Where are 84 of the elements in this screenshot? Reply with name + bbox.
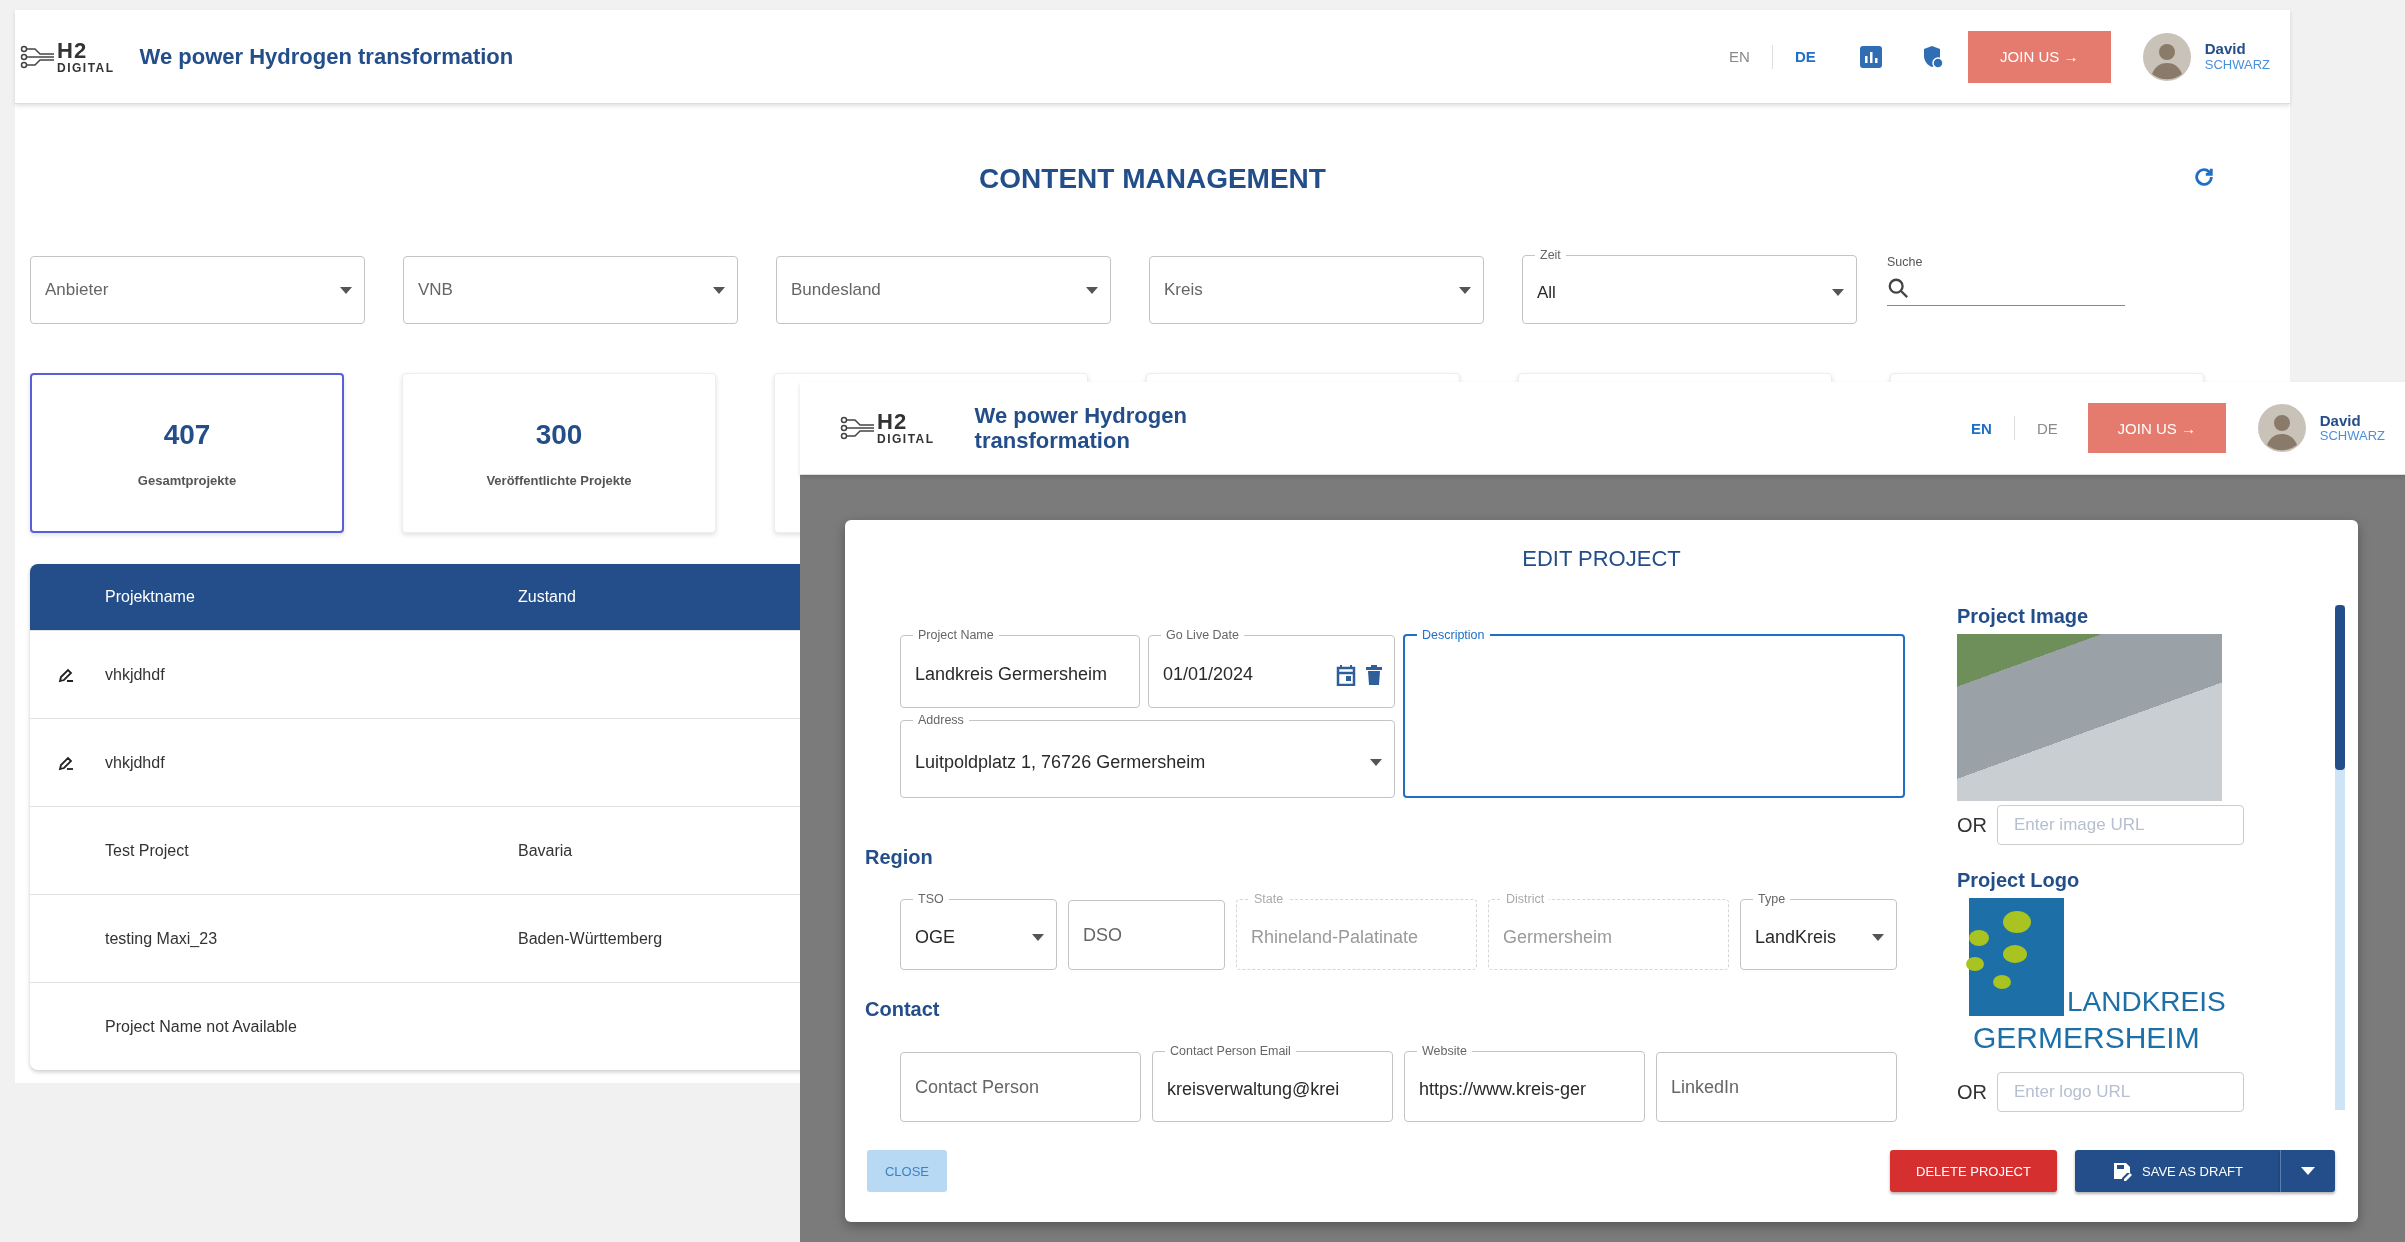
- user-last-name: SCHWARZ: [2319, 429, 2385, 444]
- stat-value: 300: [535, 418, 583, 451]
- section-heading: Contact: [865, 998, 941, 1022]
- column-header: Zustand: [518, 588, 576, 606]
- bar-chart-icon[interactable]: [1859, 45, 1882, 68]
- table-cell: vhkjdhdf: [105, 753, 165, 771]
- trash-icon[interactable]: [1366, 664, 1382, 685]
- page-title: CONTENT MANAGEMENT: [979, 163, 1326, 195]
- logo-text: DIGITAL: [877, 433, 935, 445]
- pen-icon[interactable]: [58, 666, 74, 683]
- logo-text: GERMERSHEIM: [1973, 1019, 2200, 1056]
- table-cell: Baden-Württemberg: [518, 929, 663, 948]
- url-input[interactable]: Enter logo URL: [1997, 1072, 2244, 1112]
- select-field[interactable]: Bundesland: [776, 256, 1111, 324]
- save-draft-button[interactable]: SAVE AS DRAFT: [2075, 1150, 2280, 1192]
- scrollbar-thumb[interactable]: [2335, 605, 2345, 770]
- column-header: Projektname: [105, 588, 195, 605]
- stat-value: 407: [163, 418, 211, 451]
- date-field[interactable]: Go Live Date 01/01/2024: [1148, 628, 1395, 708]
- dialog-title: EDIT PROJECT: [1521, 546, 1682, 573]
- table-cell: vhkjdhdf: [105, 665, 165, 683]
- logo-text: H2: [877, 411, 909, 433]
- search-field[interactable]: Suche: [1887, 255, 2125, 306]
- search-icon: [1887, 277, 1909, 299]
- select-field[interactable]: Address Luitpoldplatz 1, 76726 Germersheim: [900, 713, 1395, 798]
- user-first-name: David: [2319, 412, 2362, 430]
- stat-label: Veröffentlichte Projekte: [486, 472, 632, 488]
- text-field[interactable]: LinkedIn: [1656, 1052, 1897, 1122]
- refresh-icon[interactable]: [2193, 166, 2215, 188]
- stat-card[interactable]: 300 Veröffentlichte Projekte: [402, 373, 716, 533]
- caret-icon: [1370, 758, 1382, 766]
- text-field[interactable]: Contact Person Email kreisverwaltung@krei: [1152, 1044, 1393, 1122]
- tagline: We power Hydrogen transformation: [139, 43, 514, 70]
- media-heading: Project Image: [1957, 605, 2090, 628]
- dropdown-button[interactable]: [2280, 1150, 2335, 1192]
- logo-text: LANDKREIS: [2067, 984, 2226, 1019]
- caret-icon: [713, 286, 725, 294]
- select-field[interactable]: VNB: [403, 256, 738, 324]
- select-field[interactable]: Anbieter: [30, 256, 365, 324]
- language-link[interactable]: EN: [1723, 44, 1756, 69]
- table-cell: testing Maxi_23: [105, 929, 218, 947]
- select-field[interactable]: Zeit All: [1522, 248, 1857, 324]
- avatar-icon: [2142, 32, 2191, 81]
- table-cell: Test Project: [105, 841, 189, 859]
- shield-icon[interactable]: [1921, 44, 1944, 69]
- select-field[interactable]: Kreis: [1149, 256, 1484, 324]
- pen-icon[interactable]: [58, 754, 74, 771]
- or-label: OR: [1957, 1080, 1987, 1104]
- text-field[interactable]: Project Name Landkreis Germersheim: [900, 628, 1140, 708]
- caret-icon: [1086, 286, 1098, 294]
- stat-label: Gesamtprojekte: [137, 472, 237, 488]
- language-link[interactable]: DE: [1788, 44, 1822, 69]
- delete-button[interactable]: DELETE PROJECT: [1890, 1150, 2057, 1192]
- text-field[interactable]: Contact Person: [900, 1052, 1141, 1122]
- stat-card[interactable]: 407 Gesamtprojekte: [30, 373, 344, 533]
- user-first-name: David: [2204, 41, 2247, 58]
- or-label: OR: [1957, 813, 1987, 837]
- select-field[interactable]: TSO OGE: [900, 892, 1057, 970]
- table-cell: Bavaria: [518, 841, 573, 860]
- user-last-name: SCHWARZ: [2204, 57, 2270, 72]
- logo-text: H2: [57, 39, 89, 62]
- language-link[interactable]: EN: [1965, 415, 1998, 441]
- calendar-icon[interactable]: [1336, 663, 1356, 686]
- caret-icon: [1032, 934, 1044, 941]
- circuit-icon: [840, 415, 874, 441]
- section-heading: Region: [865, 846, 934, 870]
- select-field[interactable]: Type LandKreis: [1740, 892, 1897, 970]
- language-link[interactable]: DE: [2030, 415, 2064, 441]
- caret-icon: [1832, 289, 1844, 296]
- avatar-icon: [2257, 404, 2306, 452]
- circuit-icon: [20, 43, 54, 70]
- url-input[interactable]: Enter image URL: [1997, 805, 2244, 845]
- tagline: We power Hydrogen transformation: [974, 402, 1188, 454]
- text-field[interactable]: DSO: [1068, 900, 1225, 970]
- caret-icon: [2301, 1167, 2315, 1175]
- description-field[interactable]: Description: [1403, 628, 1905, 798]
- text-field[interactable]: Website https://www.kreis-ger: [1404, 1044, 1645, 1122]
- logo-text: DIGITAL: [57, 61, 115, 74]
- media-heading: Project Logo: [1957, 869, 2081, 892]
- caret-icon: [340, 286, 352, 294]
- caret-icon: [1459, 286, 1471, 294]
- caret-icon: [1872, 934, 1884, 941]
- save-icon: [2112, 1161, 2133, 1181]
- table-cell: Project Name not Available: [105, 1017, 297, 1035]
